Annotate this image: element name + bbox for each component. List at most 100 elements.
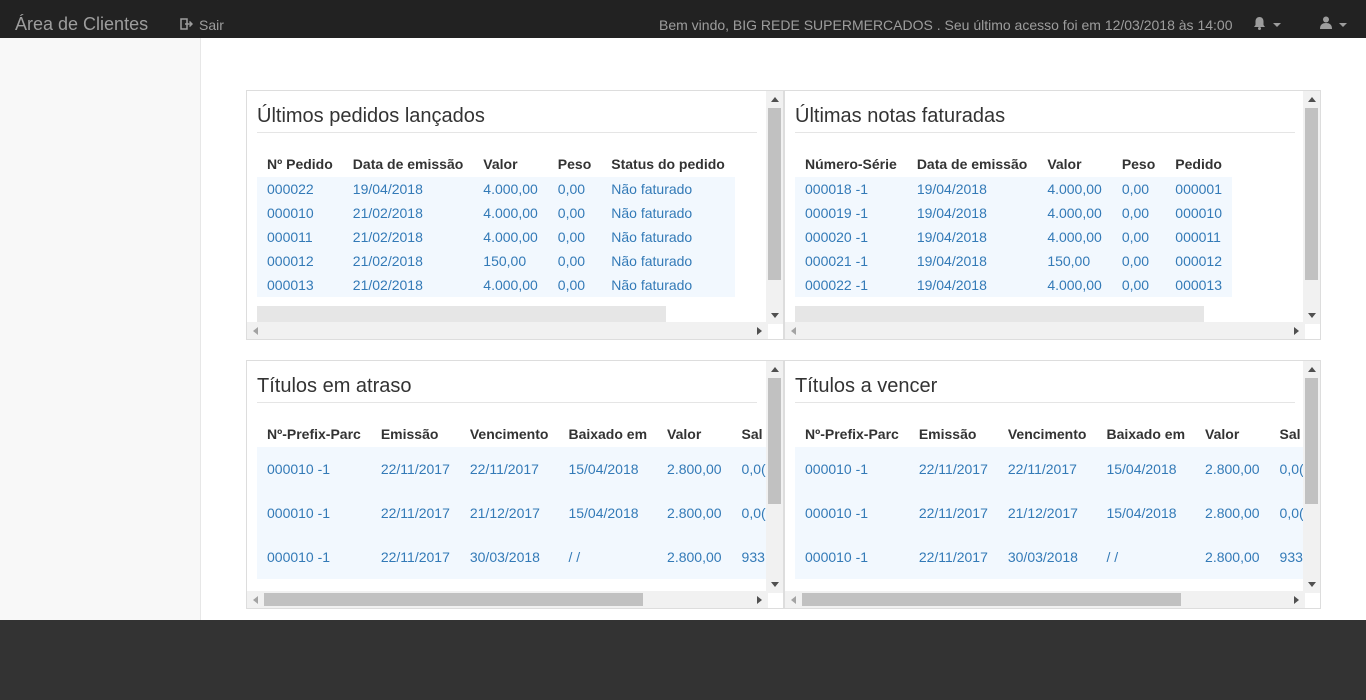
table-cell: 000010 -1 xyxy=(795,535,909,579)
table-row[interactable]: 000012 21/02/2018 150,00 0,00 Não fatura… xyxy=(257,249,735,273)
panel-latest-orders[interactable]: Últimos pedidos lançados Nº Pedido Data … xyxy=(246,90,784,340)
table-cell: 150,00 xyxy=(473,249,548,273)
table-cell: 2.800,00 xyxy=(657,447,732,491)
scroll-up-icon[interactable] xyxy=(771,367,779,372)
brand-title[interactable]: Área de Clientes xyxy=(15,13,148,35)
scroll-right-icon[interactable] xyxy=(1294,596,1299,604)
table-cell: 22/11/2017 xyxy=(908,535,998,579)
table-cell: 0,00 xyxy=(547,177,602,201)
table-cell: 15/04/2018 xyxy=(558,491,658,535)
table-cell: 000019 -1 xyxy=(795,201,907,225)
table-cell: 19/04/2018 xyxy=(906,225,1038,249)
scrollbar-thumb[interactable] xyxy=(802,593,1181,606)
notifications-dropdown[interactable] xyxy=(1253,16,1281,34)
vertical-scrollbar[interactable] xyxy=(766,361,783,593)
table-row[interactable]: 000020 -1 19/04/2018 4.000,00 0,00 00001… xyxy=(795,225,1232,249)
table-row[interactable]: 000022 19/04/2018 4.000,00 0,00 Não fatu… xyxy=(257,177,735,201)
horizontal-scrollbar[interactable] xyxy=(247,591,768,608)
table-row[interactable]: 000013 21/02/2018 4.000,00 0,00 Não fatu… xyxy=(257,273,735,297)
scrollbar-thumb[interactable] xyxy=(768,108,781,280)
scroll-left-icon[interactable] xyxy=(253,596,258,604)
table-cell: 0,00 xyxy=(1111,177,1166,201)
page-footer xyxy=(0,620,1366,700)
table-cell: Não faturado xyxy=(601,225,735,249)
scrollbar-thumb[interactable] xyxy=(1305,108,1318,280)
user-dropdown[interactable] xyxy=(1320,16,1347,34)
horizontal-scrollbar[interactable] xyxy=(785,322,1305,339)
overdue-table: Nº-Prefix-Parc Emissão Vencimento Baixad… xyxy=(257,421,776,579)
vertical-scrollbar[interactable] xyxy=(1303,361,1320,593)
horizontal-scrollbar[interactable] xyxy=(785,591,1305,608)
column-header: Nº Pedido xyxy=(267,156,333,172)
table-row[interactable]: 000019 -1 19/04/2018 4.000,00 0,00 00001… xyxy=(795,201,1232,225)
table-cell: 21/02/2018 xyxy=(342,225,474,249)
scroll-left-icon[interactable] xyxy=(791,596,796,604)
scrollbar-thumb[interactable] xyxy=(768,378,781,504)
table-cell: 22/11/2017 xyxy=(908,491,998,535)
main-content: Últimos pedidos lançados Nº Pedido Data … xyxy=(0,38,1366,620)
table-cell: 000012 xyxy=(257,249,343,273)
table-cell: 000010 xyxy=(257,201,343,225)
table-horizontal-scrollbar[interactable] xyxy=(257,306,666,323)
table-row[interactable]: 000010 -1 22/11/2017 30/03/2018 / / 2.80… xyxy=(795,535,1314,579)
table-cell: 15/04/2018 xyxy=(1096,447,1196,491)
table-cell: 19/04/2018 xyxy=(906,249,1038,273)
table-cell: 22/11/2017 xyxy=(370,447,460,491)
logout-link[interactable]: Sair xyxy=(180,16,224,34)
bell-icon xyxy=(1253,16,1266,35)
table-cell: 4.000,00 xyxy=(473,177,548,201)
table-cell: 0,00 xyxy=(547,225,602,249)
vertical-scrollbar[interactable] xyxy=(1303,91,1320,324)
scrollbar-thumb[interactable] xyxy=(1305,378,1318,504)
scroll-right-icon[interactable] xyxy=(1294,327,1299,335)
table-row[interactable]: 000010 21/02/2018 4.000,00 0,00 Não fatu… xyxy=(257,201,735,225)
table-cell: 2.800,00 xyxy=(657,535,732,579)
scroll-left-icon[interactable] xyxy=(791,327,796,335)
scroll-right-icon[interactable] xyxy=(757,327,762,335)
table-row[interactable]: 000011 21/02/2018 4.000,00 0,00 Não fatu… xyxy=(257,225,735,249)
table-cell: 2.800,00 xyxy=(1195,447,1270,491)
scroll-down-icon[interactable] xyxy=(771,582,779,587)
table-cell: 19/04/2018 xyxy=(906,273,1038,297)
upcoming-table: Nº-Prefix-Parc Emissão Vencimento Baixad… xyxy=(795,421,1314,579)
vertical-scrollbar[interactable] xyxy=(766,91,783,324)
column-header: Nº-Prefix-Parc xyxy=(805,426,899,442)
table-cell: 000010 -1 xyxy=(257,447,371,491)
scroll-up-icon[interactable] xyxy=(1308,97,1316,102)
table-cell: 150,00 xyxy=(1037,249,1112,273)
table-row[interactable]: 000010 -1 22/11/2017 30/03/2018 / / 2.80… xyxy=(257,535,776,579)
table-row[interactable]: 000010 -1 22/11/2017 22/11/2017 15/04/20… xyxy=(795,447,1314,491)
table-cell: Não faturado xyxy=(601,249,735,273)
scrollbar-thumb[interactable] xyxy=(264,593,643,606)
scroll-down-icon[interactable] xyxy=(1308,582,1316,587)
table-cell: 4.000,00 xyxy=(1037,201,1112,225)
table-cell: 30/03/2018 xyxy=(997,535,1097,579)
orders-table: Nº Pedido Data de emissão Valor Peso Sta… xyxy=(257,151,735,297)
table-row[interactable]: 000021 -1 19/04/2018 150,00 0,00 000012 xyxy=(795,249,1232,273)
table-row[interactable]: 000010 -1 22/11/2017 21/12/2017 15/04/20… xyxy=(257,491,776,535)
table-cell: 000022 xyxy=(257,177,343,201)
panel-title: Títulos em atraso xyxy=(257,373,757,403)
horizontal-scrollbar[interactable] xyxy=(247,322,768,339)
table-cell: 22/11/2017 xyxy=(459,447,559,491)
table-row[interactable]: 000010 -1 22/11/2017 22/11/2017 15/04/20… xyxy=(257,447,776,491)
scroll-up-icon[interactable] xyxy=(1308,367,1316,372)
panel-latest-invoices[interactable]: Últimas notas faturadas Número-Série Dat… xyxy=(784,90,1321,340)
panel-upcoming-titles[interactable]: Títulos a vencer Nº-Prefix-Parc Emissão … xyxy=(784,360,1321,609)
table-cell: 4.000,00 xyxy=(473,201,548,225)
chevron-down-icon xyxy=(1273,23,1281,27)
scroll-down-icon[interactable] xyxy=(771,313,779,318)
column-header: Valor xyxy=(483,156,518,172)
table-cell: 0,00 xyxy=(547,273,602,297)
table-row[interactable]: 000018 -1 19/04/2018 4.000,00 0,00 00000… xyxy=(795,177,1232,201)
table-row[interactable]: 000022 -1 19/04/2018 4.000,00 0,00 00001… xyxy=(795,273,1232,297)
table-cell: Não faturado xyxy=(601,177,735,201)
panel-overdue-titles[interactable]: Títulos em atraso Nº-Prefix-Parc Emissão… xyxy=(246,360,784,609)
scroll-left-icon[interactable] xyxy=(253,327,258,335)
scroll-right-icon[interactable] xyxy=(757,596,762,604)
column-header: Número-Série xyxy=(805,156,897,172)
table-horizontal-scrollbar[interactable] xyxy=(795,306,1204,323)
scroll-up-icon[interactable] xyxy=(771,97,779,102)
scroll-down-icon[interactable] xyxy=(1308,313,1316,318)
table-row[interactable]: 000010 -1 22/11/2017 21/12/2017 15/04/20… xyxy=(795,491,1314,535)
